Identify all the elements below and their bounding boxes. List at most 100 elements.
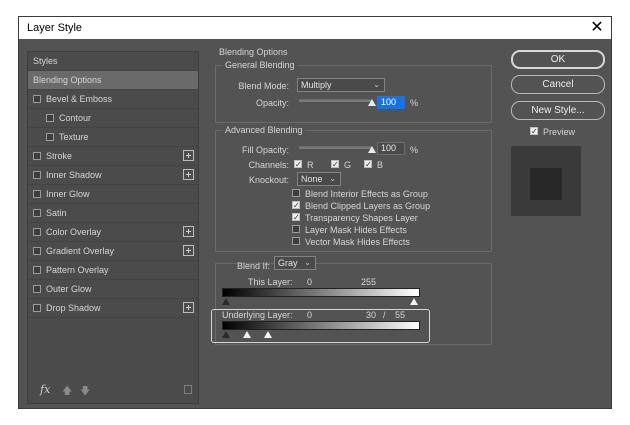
style-preview-inner bbox=[530, 168, 562, 200]
this-layer-low: 0 bbox=[307, 277, 313, 287]
fill-opacity-field[interactable]: 100 bbox=[377, 142, 405, 155]
style-item-checkbox[interactable] bbox=[33, 285, 41, 293]
vector-mask-hides-effects-label: Vector Mask Hides Effects bbox=[305, 237, 410, 247]
style-item-label: Texture bbox=[59, 132, 89, 142]
add-icon[interactable] bbox=[183, 245, 194, 256]
style-item-inner-glow[interactable]: Inner Glow bbox=[28, 185, 198, 204]
style-item-drop-shadow[interactable]: Drop Shadow bbox=[28, 299, 198, 318]
channel-r-label: R bbox=[307, 160, 314, 170]
blend-if-label: Blend If: bbox=[237, 261, 271, 271]
style-item-checkbox[interactable] bbox=[33, 209, 41, 217]
style-item-checkbox[interactable] bbox=[33, 190, 41, 198]
knockout-label: Knockout: bbox=[248, 175, 289, 185]
this-layer-white-slider[interactable] bbox=[410, 298, 418, 305]
move-down-icon[interactable]: 🡇 bbox=[80, 384, 90, 401]
blend-clipped-layers-as-group-label: Blend Clipped Layers as Group bbox=[305, 201, 431, 211]
style-item-inner-shadow[interactable]: Inner Shadow bbox=[28, 166, 198, 185]
move-up-icon[interactable]: 🡅 bbox=[62, 384, 72, 401]
underlying-layer-split-right-slider[interactable] bbox=[264, 331, 272, 338]
style-item-gradient-overlay[interactable]: Gradient Overlay bbox=[28, 242, 198, 261]
underlying-layer-label: Underlying Layer: bbox=[222, 310, 293, 320]
style-item-pattern-overlay[interactable]: Pattern Overlay bbox=[28, 261, 198, 280]
blend-interior-effects-as-group-label: Blend Interior Effects as Group bbox=[305, 189, 428, 199]
cancel-button[interactable]: Cancel bbox=[511, 75, 605, 94]
fill-opacity-slider[interactable] bbox=[299, 146, 372, 149]
style-item-color-overlay[interactable]: Color Overlay bbox=[28, 223, 198, 242]
style-item-checkbox[interactable] bbox=[46, 114, 54, 122]
style-item-label: Gradient Overlay bbox=[46, 246, 115, 256]
new-style-button[interactable]: New Style... bbox=[511, 101, 605, 120]
style-item-label: Color Overlay bbox=[46, 227, 102, 237]
blend-mode-label: Blend Mode: bbox=[238, 81, 289, 91]
blend-clipped-layers-as-group-checkbox[interactable]: ✓ bbox=[292, 201, 300, 210]
this-layer-gradient bbox=[222, 288, 420, 297]
style-item-stroke[interactable]: Stroke bbox=[28, 147, 198, 166]
styles-toolbar: fx 🡅 🡇 bbox=[28, 377, 198, 403]
channel-g-checkbox[interactable]: ✓ bbox=[331, 160, 339, 169]
style-item-checkbox[interactable] bbox=[33, 304, 41, 312]
blend-mode-select[interactable]: Multiply ⌄ bbox=[297, 78, 385, 92]
blending-options-title: Blending Options bbox=[219, 47, 288, 57]
style-item-checkbox[interactable] bbox=[33, 152, 41, 160]
style-item-label: Inner Shadow bbox=[46, 170, 102, 180]
layer-mask-hides-effects-checkbox[interactable]: ✓ bbox=[292, 225, 300, 233]
preview-label: Preview bbox=[543, 127, 576, 137]
style-item-checkbox[interactable] bbox=[33, 266, 41, 274]
trash-icon[interactable] bbox=[184, 385, 192, 394]
opacity-slider-thumb[interactable] bbox=[368, 99, 376, 106]
style-item-satin[interactable]: Satin bbox=[28, 204, 198, 223]
channel-b-checkbox[interactable]: ✓ bbox=[364, 160, 372, 169]
title-bar: Layer Style ✕ bbox=[19, 17, 611, 39]
style-item-bevel-emboss[interactable]: Bevel & Emboss bbox=[28, 90, 198, 109]
style-item-checkbox[interactable] bbox=[33, 228, 41, 236]
styles-header[interactable]: Styles bbox=[28, 52, 198, 71]
style-item-blending-options[interactable]: Blending Options bbox=[28, 71, 198, 90]
style-item-outer-glow[interactable]: Outer Glow bbox=[28, 280, 198, 299]
style-item-checkbox[interactable] bbox=[33, 171, 41, 179]
channels-label: Channels: bbox=[248, 160, 289, 170]
transparency-shapes-layer-label: Transparency Shapes Layer bbox=[305, 213, 418, 223]
add-icon[interactable] bbox=[183, 150, 194, 161]
blend-interior-effects-as-group-checkbox[interactable]: ✓ bbox=[292, 189, 300, 197]
transparency-shapes-layer-checkbox[interactable]: ✓ bbox=[292, 213, 300, 222]
add-icon[interactable] bbox=[183, 226, 194, 237]
underlying-layer-split-left-slider[interactable] bbox=[243, 331, 251, 338]
knockout-select[interactable]: None ⌄ bbox=[297, 172, 341, 186]
styles-list-panel: Styles Blending Options Bevel & Emboss Con… bbox=[27, 51, 199, 404]
this-layer-high: 255 bbox=[361, 277, 377, 287]
knockout-value: None bbox=[301, 174, 323, 184]
style-item-label: Pattern Overlay bbox=[46, 265, 109, 275]
blend-mode-value: Multiply bbox=[301, 80, 332, 90]
layer-style-dialog: Layer Style ✕ Styles Blending Options Bev… bbox=[18, 16, 612, 409]
chevron-down-icon: ⌄ bbox=[304, 258, 311, 267]
dialog-title: Layer Style bbox=[27, 22, 83, 34]
style-item-texture[interactable]: Texture bbox=[28, 128, 198, 147]
ok-button[interactable]: OK bbox=[511, 50, 605, 69]
channel-r-checkbox[interactable]: ✓ bbox=[294, 160, 302, 169]
style-item-label: Satin bbox=[46, 208, 67, 218]
close-icon[interactable]: ✕ bbox=[587, 18, 607, 38]
add-icon[interactable] bbox=[183, 169, 194, 180]
blend-if-select[interactable]: Gray ⌄ bbox=[274, 256, 316, 270]
opacity-slider[interactable] bbox=[299, 99, 372, 102]
style-item-checkbox[interactable] bbox=[33, 95, 41, 103]
underlying-layer-black-slider[interactable] bbox=[222, 331, 230, 338]
preview-checkbox[interactable]: ✓ bbox=[530, 127, 538, 136]
fill-opacity-slider-thumb[interactable] bbox=[368, 146, 376, 153]
style-item-label: Drop Shadow bbox=[46, 303, 101, 313]
style-item-contour[interactable]: Contour bbox=[28, 109, 198, 128]
this-layer-black-slider[interactable] bbox=[222, 298, 230, 305]
style-item-checkbox[interactable] bbox=[33, 247, 41, 255]
style-item-label: Inner Glow bbox=[46, 189, 90, 199]
layer-mask-hides-effects-label: Layer Mask Hides Effects bbox=[305, 225, 407, 235]
style-item-checkbox[interactable] bbox=[46, 133, 54, 141]
chevron-down-icon: ⌄ bbox=[373, 80, 380, 89]
channel-b-label: B bbox=[377, 160, 384, 170]
vector-mask-hides-effects-checkbox[interactable]: ✓ bbox=[292, 237, 300, 245]
add-icon[interactable] bbox=[183, 302, 194, 313]
fx-icon[interactable]: fx bbox=[40, 383, 50, 396]
underlying-layer-split-low: 30 bbox=[366, 310, 377, 320]
opacity-field[interactable]: 100 bbox=[377, 96, 405, 109]
this-layer-label: This Layer: bbox=[248, 277, 293, 287]
opacity-unit: % bbox=[410, 98, 419, 108]
